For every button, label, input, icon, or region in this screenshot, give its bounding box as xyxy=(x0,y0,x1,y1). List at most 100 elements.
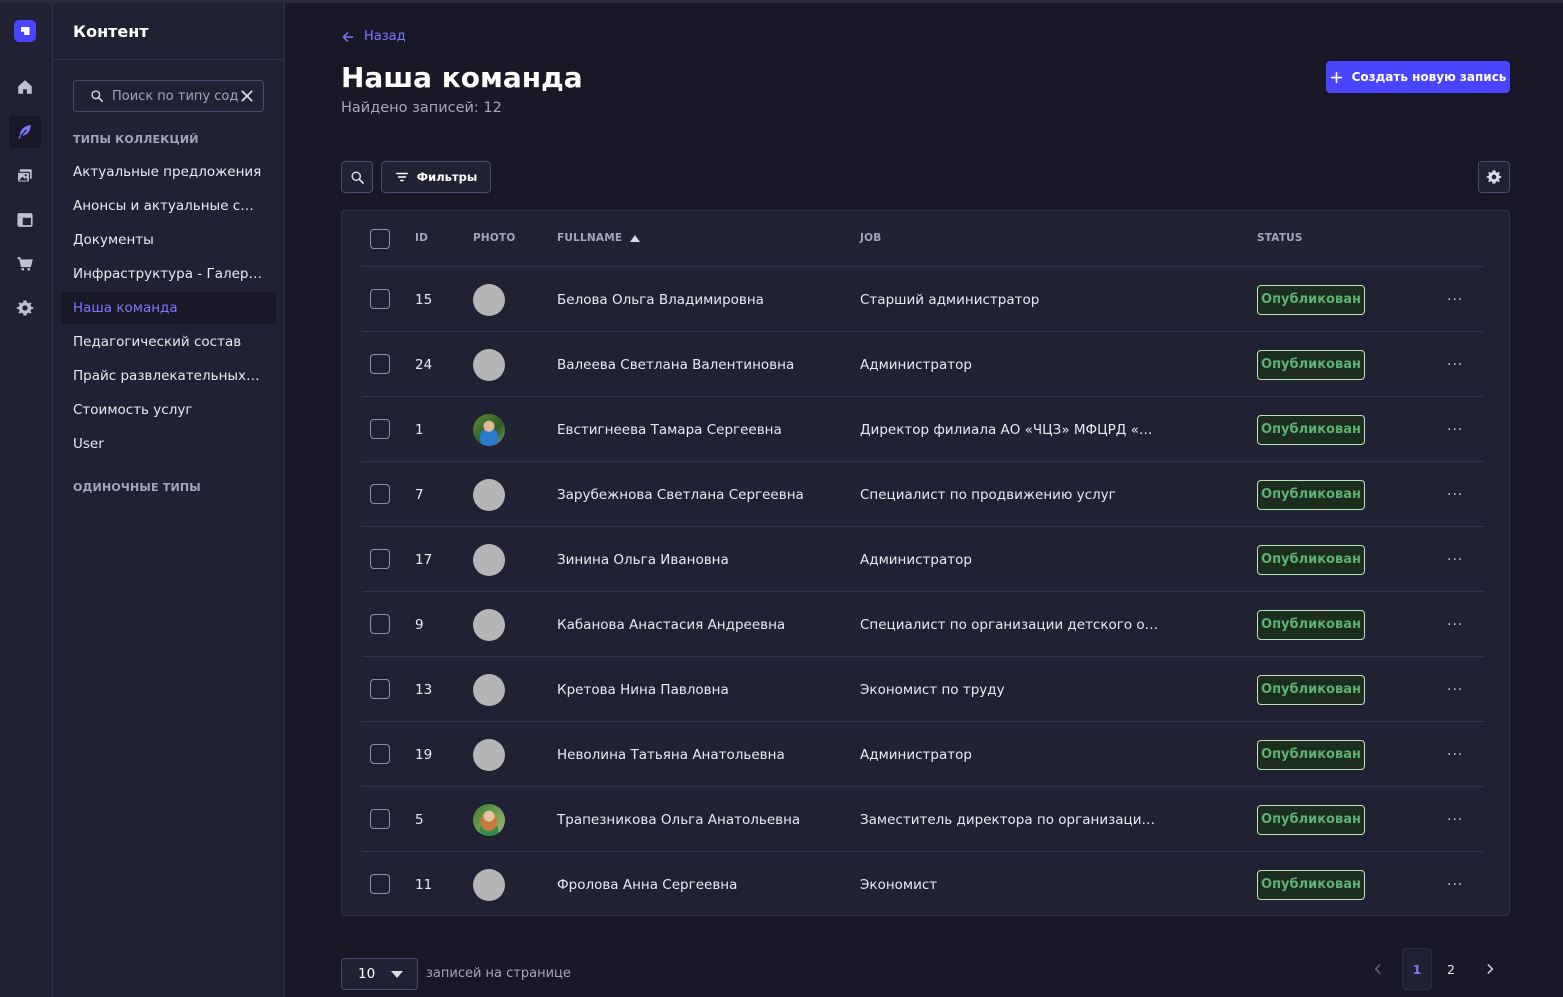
sidebar-item-announcements[interactable]: Анонсы и актуальные смены xyxy=(61,190,276,222)
filters-button[interactable]: Фильтры xyxy=(381,161,491,193)
sidebar-item-offers[interactable]: Актуальные предложения xyxy=(61,156,276,188)
sidebar-item-user[interactable]: User xyxy=(61,428,276,460)
row-actions-button[interactable]: ··· xyxy=(1447,722,1463,787)
layout-icon xyxy=(17,213,33,227)
cell-id-text: 19 xyxy=(415,746,433,763)
records-count: Найдено записей: 12 xyxy=(341,100,502,116)
main-nav-rail xyxy=(0,3,53,997)
row-checkbox[interactable] xyxy=(370,484,390,504)
row-checkbox[interactable] xyxy=(370,744,390,764)
column-header-job[interactable]: JOB xyxy=(860,232,881,244)
sidebar-item-gallery[interactable]: Инфраструктура - Галерея xyxy=(61,258,276,290)
status-badge-text: Опубликован xyxy=(1261,487,1361,502)
row-checkbox[interactable] xyxy=(370,809,390,829)
row-checkbox[interactable] xyxy=(370,354,390,374)
table-row[interactable]: 5 Трапезникова Ольга Анатольевна Заместите… xyxy=(362,786,1485,851)
app-logo[interactable] xyxy=(14,20,36,42)
column-header-label: PHOTO xyxy=(473,232,516,244)
row-checkbox[interactable] xyxy=(370,874,390,894)
view-settings-button[interactable] xyxy=(1478,161,1510,193)
cell-id: 17 xyxy=(415,527,432,592)
table-row[interactable]: 19 · · Неволина Татьяна Анатольевна Админис… xyxy=(362,721,1485,786)
cell-fullname-text: Зинина Ольга Ивановна xyxy=(557,551,729,568)
close-icon[interactable] xyxy=(239,88,255,104)
per-page-select[interactable]: 10 xyxy=(341,958,418,990)
cell-status: Опубликован xyxy=(1257,592,1365,657)
sidebar-item-service-cost[interactable]: Стоимость услуг xyxy=(61,394,276,426)
pagination-page-2[interactable]: 2 xyxy=(1436,948,1466,990)
create-entry-button[interactable]: Создать новую запись xyxy=(1326,61,1510,93)
pagination-page-1[interactable]: 1 xyxy=(1402,948,1432,990)
row-actions-button[interactable]: ··· xyxy=(1447,332,1463,397)
table-row[interactable]: 9 · · Кабанова Анастасия Андреевна Специали… xyxy=(362,591,1485,656)
nav-content-manager[interactable] xyxy=(9,116,41,148)
pagination-prev[interactable] xyxy=(1363,948,1393,990)
sidebar-search[interactable] xyxy=(73,80,264,112)
row-actions-button[interactable]: ··· xyxy=(1447,527,1463,592)
cell-job: Администратор xyxy=(860,722,972,787)
back-link[interactable]: Назад xyxy=(341,29,406,44)
nav-settings[interactable] xyxy=(9,292,41,324)
column-header-status[interactable]: STATUS xyxy=(1257,232,1303,244)
cell-fullname-text: Кретова Нина Павловна xyxy=(557,681,729,698)
table-row[interactable]: 7 · · Зарубежнова Светлана Сергеевна Специа… xyxy=(362,461,1485,526)
sidebar-item-documents[interactable]: Документы xyxy=(61,224,276,256)
cell-fullname: Неволина Татьяна Анатольевна xyxy=(557,722,785,787)
status-badge-text: Опубликован xyxy=(1261,422,1361,437)
cell-job-text: Специалист по продвижению услуг xyxy=(860,486,1116,503)
nav-marketplace[interactable] xyxy=(9,248,41,280)
sidebar-item-price-list[interactable]: Прайс развлекательных программ xyxy=(61,360,276,392)
cell-status: Опубликован xyxy=(1257,852,1365,917)
more-horizontal-icon: ··· xyxy=(1447,421,1464,438)
row-actions-button[interactable]: ··· xyxy=(1447,657,1463,722)
sidebar-search-input[interactable] xyxy=(112,88,239,104)
select-all-checkbox[interactable] xyxy=(370,229,390,249)
avatar: · · xyxy=(473,608,505,641)
cell-job-text: Экономист по труду xyxy=(860,681,1005,698)
nav-media-library[interactable] xyxy=(9,160,41,192)
more-horizontal-icon: ··· xyxy=(1447,291,1464,308)
cell-job: Экономист xyxy=(860,852,937,917)
row-checkbox[interactable] xyxy=(370,614,390,634)
table-row[interactable]: 24 · · Валеева Светлана Валентиновна Админи… xyxy=(362,331,1485,396)
cell-status: Опубликован xyxy=(1257,462,1365,527)
column-header-label: STATUS xyxy=(1257,232,1303,244)
row-checkbox[interactable] xyxy=(370,549,390,569)
status-badge: Опубликован xyxy=(1257,609,1365,640)
nav-content-type-builder[interactable] xyxy=(9,204,41,236)
row-actions-button[interactable]: ··· xyxy=(1447,462,1463,527)
table-row[interactable]: 17 · · Зинина Ольга Ивановна Администратор О… xyxy=(362,526,1485,591)
column-header-id[interactable]: ID xyxy=(415,232,428,244)
avatar: · · xyxy=(473,543,505,576)
table-row[interactable]: 11 · · Фролова Анна Сергеевна Экономист Опуб… xyxy=(362,851,1485,916)
row-actions-button[interactable]: ··· xyxy=(1447,592,1463,657)
table-search-button[interactable] xyxy=(341,161,373,193)
cell-fullname: Евстигнеева Тамара Сергеевна xyxy=(557,397,782,462)
more-horizontal-icon: ··· xyxy=(1447,876,1464,893)
column-header-fullname[interactable]: FULLNAME xyxy=(557,232,641,244)
table-row[interactable]: 1 Евстигнеева Тамара Сергеевна Директор фи… xyxy=(362,396,1485,461)
table-row[interactable]: 13 · · Кретова Нина Павловна Экономист по т… xyxy=(362,656,1485,721)
row-actions-button[interactable]: ··· xyxy=(1447,397,1463,462)
sidebar-divider xyxy=(53,59,284,60)
more-horizontal-icon: ··· xyxy=(1447,811,1464,828)
table-row[interactable]: 15 · · Белова Ольга Владимировна Старший ад… xyxy=(362,266,1485,331)
sidebar-item-label: User xyxy=(73,436,104,452)
row-checkbox[interactable] xyxy=(370,419,390,439)
row-actions-button[interactable]: ··· xyxy=(1447,852,1463,917)
cell-id: 9 xyxy=(415,592,424,657)
cell-id-text: 13 xyxy=(415,681,433,698)
sidebar-item-our-team[interactable]: Наша команда xyxy=(61,292,276,324)
plus-icon xyxy=(1330,71,1342,83)
row-checkbox[interactable] xyxy=(370,289,390,309)
row-actions-button[interactable]: ··· xyxy=(1447,787,1463,852)
nav-home[interactable] xyxy=(9,71,41,103)
row-actions-button[interactable]: ··· xyxy=(1447,267,1463,332)
row-checkbox[interactable] xyxy=(370,679,390,699)
cell-job-text: Специалист по организации детского отдых… xyxy=(860,616,1160,633)
pagination-next[interactable] xyxy=(1475,948,1505,990)
avatar xyxy=(473,413,505,446)
sidebar-item-teachers[interactable]: Педагогический состав xyxy=(61,326,276,358)
avatar-placeholder-icon: · · xyxy=(483,685,497,694)
cell-fullname: Трапезникова Ольга Анатольевна xyxy=(557,787,800,852)
